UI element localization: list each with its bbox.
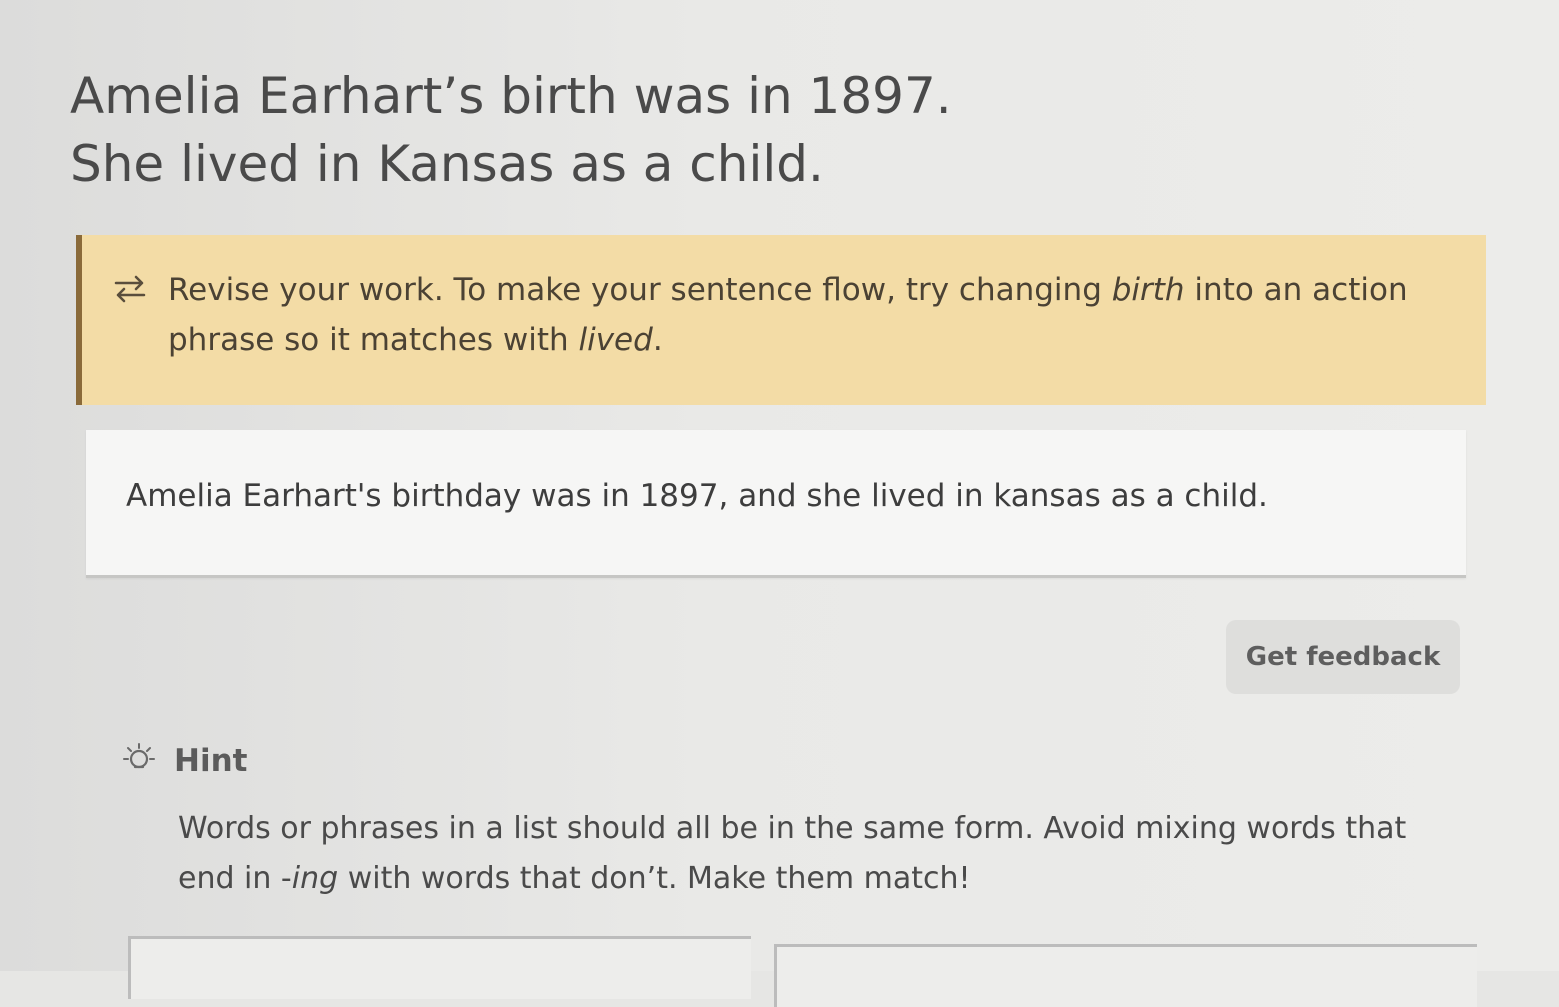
feedback-text-part: Revise your work. To make your sentence …: [168, 272, 1112, 308]
hint-section: Hint Words or phrases in a list should a…: [118, 740, 1448, 904]
hint-label: Hint: [174, 743, 248, 779]
prompt-line-2: She lived in Kansas as a child.: [70, 135, 824, 193]
page: Amelia Earhart’s birth was in 1897. She …: [0, 0, 1559, 1007]
prompt-text: Amelia Earhart’s birth was in 1897. She …: [70, 62, 952, 198]
lightbulb-icon: [123, 743, 155, 769]
get-feedback-button[interactable]: Get feedback: [1226, 620, 1460, 694]
choice-card-right[interactable]: [774, 944, 1477, 1007]
revision-feedback-panel: Revise your work. To make your sentence …: [76, 235, 1486, 405]
answer-input-box[interactable]: Amelia Earhart's birthday was in 1897, a…: [86, 430, 1466, 578]
feedback-emphasis-lived: lived: [578, 322, 653, 358]
hint-text-part: with words that don’t. Make them match!: [338, 861, 971, 896]
feedback-text-part: .: [652, 322, 663, 358]
feedback-message: Revise your work. To make your sentence …: [168, 265, 1458, 365]
prompt-line-1: Amelia Earhart’s birth was in 1897.: [70, 67, 952, 125]
choice-card-left[interactable]: [128, 936, 751, 999]
revise-arrows-icon: [114, 275, 146, 303]
feedback-emphasis-birth: birth: [1111, 272, 1185, 308]
hint-header[interactable]: Hint: [118, 740, 1448, 782]
hint-text: Words or phrases in a list should all be…: [178, 804, 1428, 904]
hint-emphasis-ing: ing: [291, 861, 339, 896]
answer-textarea[interactable]: Amelia Earhart's birthday was in 1897, a…: [126, 474, 1446, 518]
